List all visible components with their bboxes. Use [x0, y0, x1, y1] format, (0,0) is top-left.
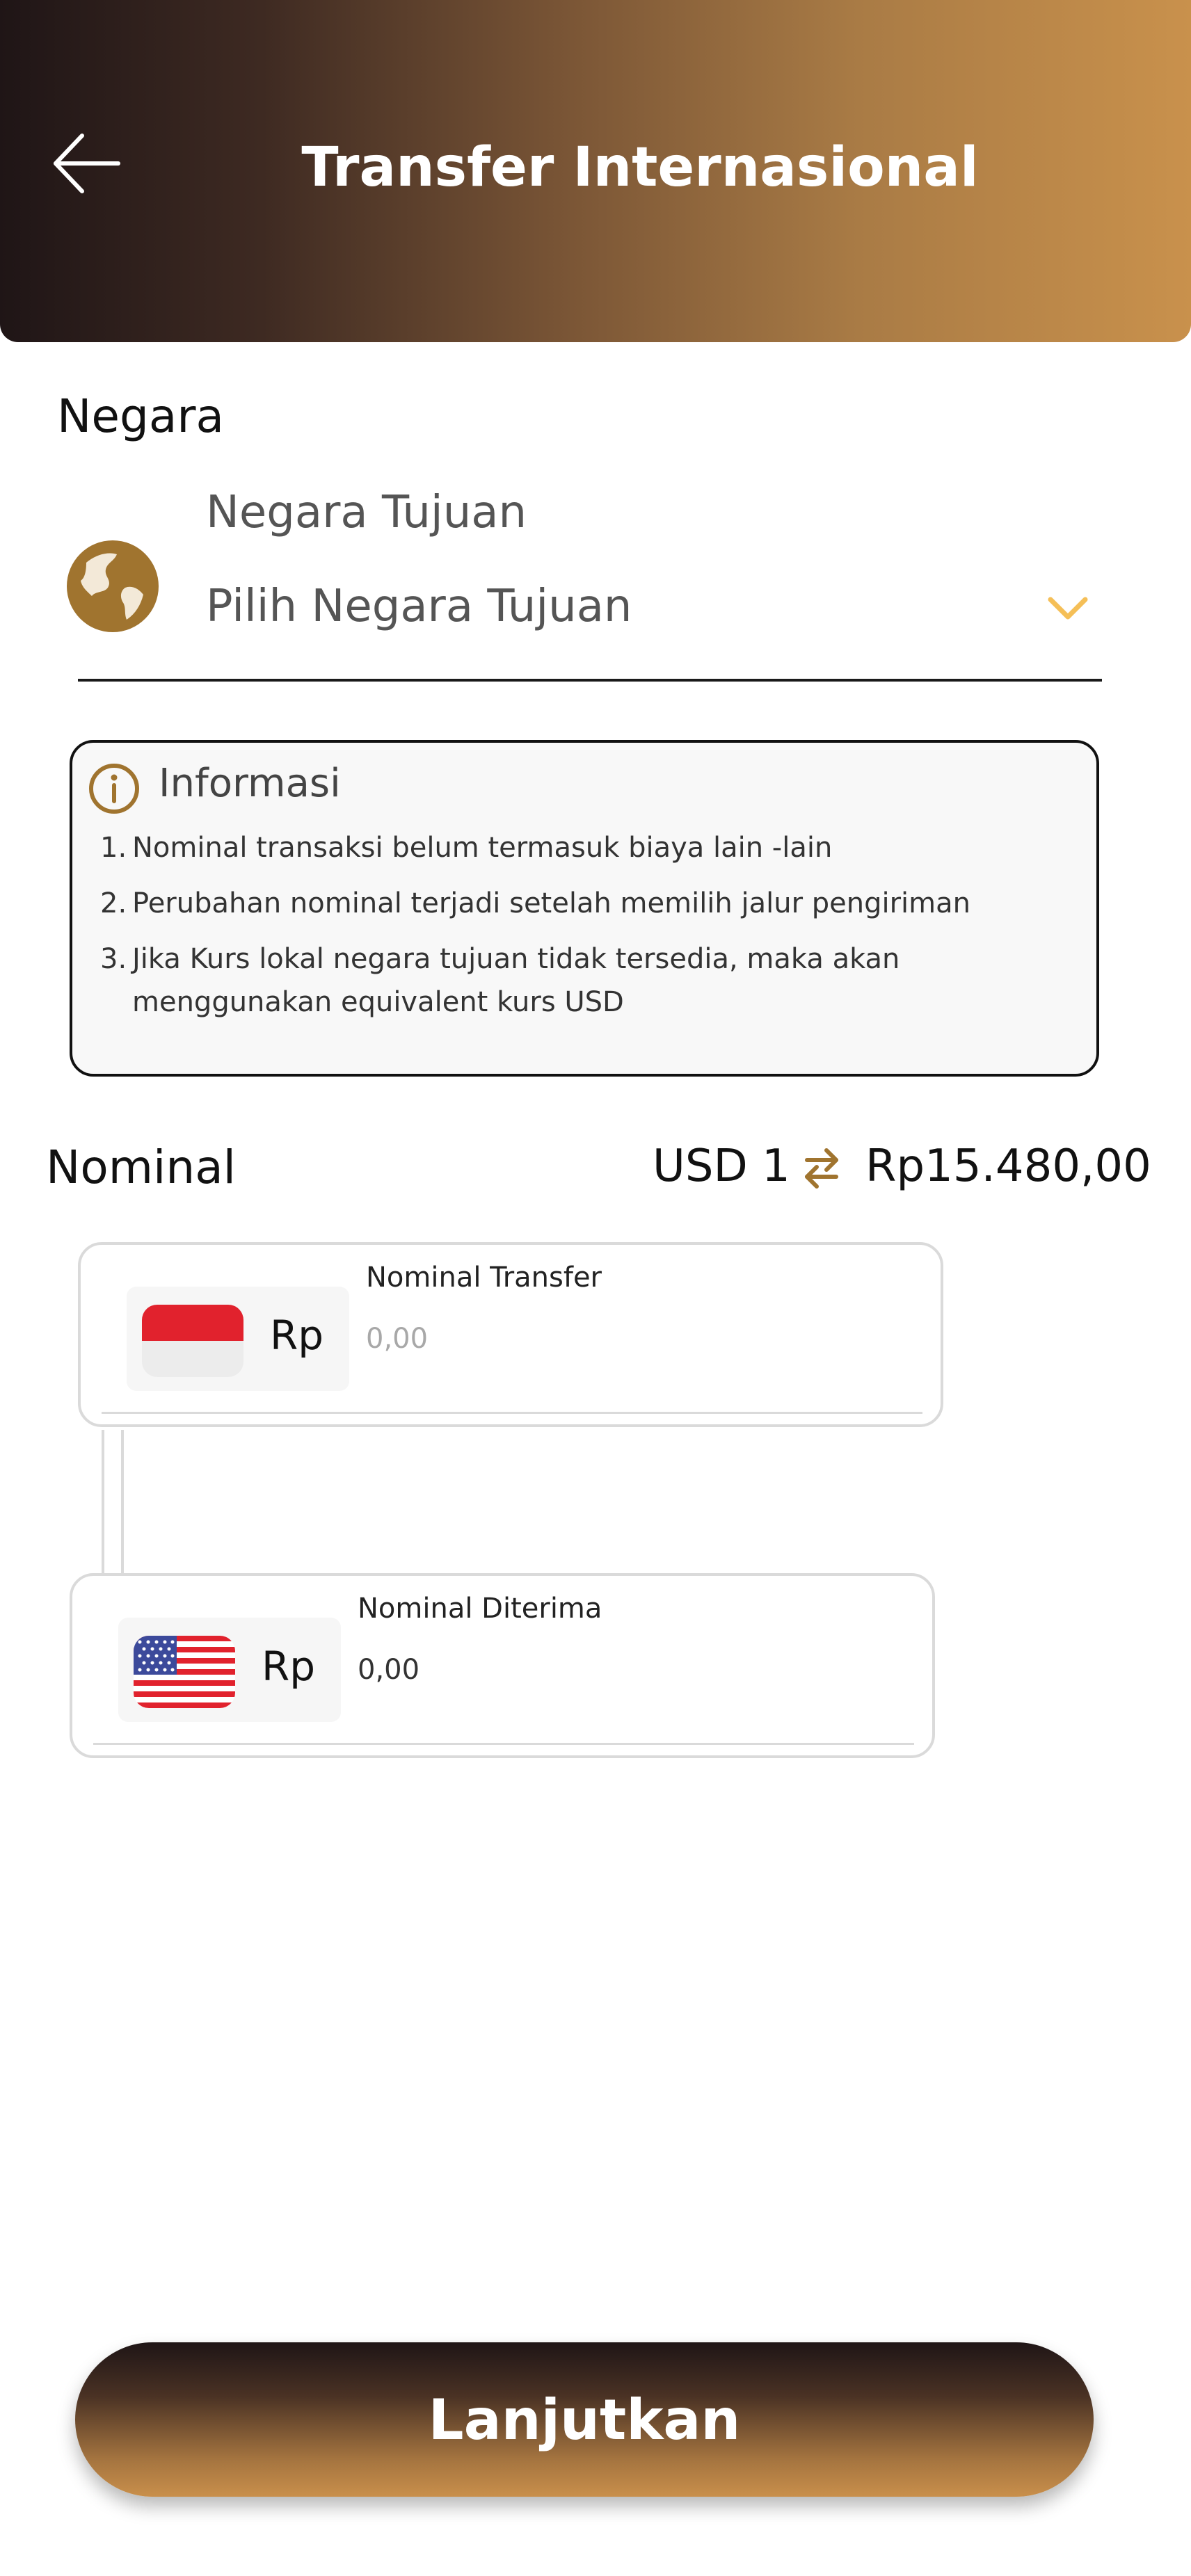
- info-list: 1. Nominal transaksi belum termasuk biay…: [100, 826, 1074, 1036]
- info-item-text: Nominal transaksi belum termasuk biaya l…: [132, 832, 833, 864]
- received-amount-input[interactable]: 0,00: [358, 1654, 419, 1686]
- indonesia-flag-icon: [142, 1305, 243, 1377]
- currency-code: Rp: [270, 1312, 324, 1359]
- card-connector: [102, 1430, 124, 1576]
- country-section-label: Negara: [57, 389, 224, 443]
- info-box: Informasi 1. Nominal transaksi belum ter…: [70, 740, 1099, 1077]
- transfer-amount-input[interactable]: 0,00: [366, 1323, 428, 1355]
- input-underline: [102, 1412, 922, 1414]
- received-amount-caption: Nominal Diterima: [358, 1593, 602, 1625]
- continue-button[interactable]: Lanjutkan: [75, 2342, 1094, 2497]
- info-item: 1. Nominal transaksi belum termasuk biay…: [100, 826, 1074, 869]
- info-item: 2. Perubahan nominal terjadi setelah mem…: [100, 882, 1074, 925]
- page-title: Transfer Internasional: [301, 136, 979, 199]
- app-header: Transfer Internasional: [0, 0, 1191, 342]
- country-placeholder: Pilih Negara Tujuan: [206, 581, 632, 632]
- country-caption: Negara Tujuan: [206, 487, 527, 538]
- info-item-number: 1.: [100, 832, 127, 864]
- nominal-label: Nominal: [46, 1141, 236, 1194]
- select-underline: [78, 679, 1102, 682]
- currency-chip-received[interactable]: Rp: [118, 1618, 341, 1722]
- chevron-down-icon: [1048, 597, 1088, 620]
- continue-button-label: Lanjutkan: [428, 2387, 741, 2452]
- info-item-number: 3.: [100, 943, 127, 975]
- globe-icon: [67, 540, 159, 632]
- rate-to: Rp15.480,00: [865, 1141, 1151, 1192]
- received-amount-card[interactable]: Rp Nominal Diterima 0,00: [70, 1573, 935, 1758]
- input-underline: [93, 1743, 914, 1745]
- info-title: Informasi: [159, 761, 341, 806]
- currency-code: Rp: [262, 1643, 316, 1690]
- info-item-text: Jika Kurs lokal negara tujuan tidak ters…: [132, 943, 900, 1018]
- info-icon: [89, 764, 139, 814]
- transfer-amount-caption: Nominal Transfer: [366, 1262, 602, 1294]
- transfer-amount-card[interactable]: Rp Nominal Transfer 0,00: [78, 1242, 943, 1427]
- usa-flag-icon: [134, 1636, 235, 1708]
- info-item-text: Perubahan nominal terjadi setelah memili…: [132, 887, 970, 919]
- info-item-number: 2.: [100, 887, 127, 919]
- destination-country-select[interactable]: Negara Tujuan Pilih Negara Tujuan: [63, 473, 1106, 682]
- swap-arrows-icon[interactable]: [800, 1143, 843, 1192]
- rate-from: USD 1: [653, 1141, 790, 1192]
- info-item: 3. Jika Kurs lokal negara tujuan tidak t…: [100, 937, 1074, 1024]
- currency-chip-transfer[interactable]: Rp: [127, 1287, 349, 1391]
